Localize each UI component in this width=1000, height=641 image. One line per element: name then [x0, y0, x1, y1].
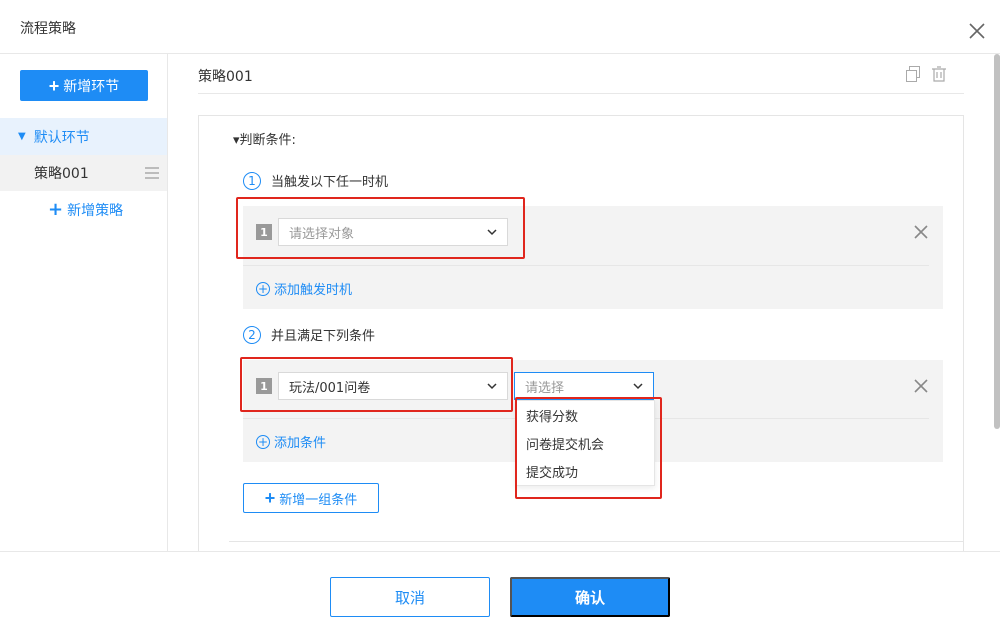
step-condition: 2 并且满足下列条件 [243, 325, 375, 344]
dialog-header: 流程策略 [0, 0, 1000, 54]
sidebar-item-strategy[interactable]: 策略001 [0, 155, 167, 191]
group-divider [243, 265, 929, 266]
condition-options-menu: 获得分数 问卷提交机会 提交成功 [515, 400, 655, 486]
add-trigger-label: 添加触发时机 [274, 283, 353, 298]
copy-icon[interactable] [906, 66, 920, 82]
plus-circle-icon: + [256, 434, 270, 449]
add-condition-link[interactable]: + 添加条件 [256, 432, 326, 451]
dialog-title: 流程策略 [20, 21, 76, 37]
select-placeholder: 请选择对象 [289, 226, 355, 242]
strategy-dialog: 流程策略 + 新增环节 ▼ 默认环节 策略001 + 新增策略 策略001 ▾判… [0, 0, 1000, 641]
plus-icon: + [264, 488, 276, 508]
trash-icon[interactable] [932, 66, 946, 82]
row-number-badge: 1 [256, 224, 272, 240]
add-strategy-label: 新增策略 [67, 203, 124, 219]
step-number: 1 [243, 171, 261, 190]
plus-circle-icon: + [256, 281, 270, 296]
close-icon[interactable] [968, 22, 986, 40]
strategy-title: 策略001 [198, 69, 253, 85]
add-group-label: 新增一组条件 [279, 491, 358, 507]
drag-handle-icon[interactable] [145, 167, 159, 179]
chevron-down-icon [487, 229, 497, 236]
plus-icon: + [48, 75, 60, 96]
main-panel: 策略001 ▾判断条件: 1 当触发以下任一时机 1 请选择对象 + 添加触发时… [168, 54, 1000, 551]
scrollbar[interactable] [994, 54, 1000, 429]
remove-icon[interactable] [913, 378, 929, 394]
add-trigger-link[interactable]: + 添加触发时机 [256, 279, 352, 298]
dialog-footer: 取消 确认 [0, 551, 1000, 641]
row-number-badge: 1 [256, 378, 272, 394]
condition-card: ▾判断条件: 1 当触发以下任一时机 1 请选择对象 + 添加触发时机 2 并且… [198, 115, 964, 551]
add-condition-group-button[interactable]: + 新增一组条件 [243, 483, 379, 513]
strategy-toolbar [906, 66, 946, 82]
confirm-button[interactable]: 确认 [510, 577, 670, 617]
default-node-label: 默认环节 [33, 129, 90, 146]
judge-conditions-label: ▾判断条件: [233, 133, 296, 148]
chevron-down-icon [487, 383, 497, 390]
step-trigger: 1 当触发以下任一时机 [243, 171, 388, 190]
menu-option[interactable]: 获得分数 [516, 401, 654, 429]
select-condition-dropdown[interactable]: 请选择 [514, 372, 654, 400]
divider [229, 541, 963, 542]
menu-option[interactable]: 问卷提交机会 [516, 429, 654, 457]
sidebar-item-default-node[interactable]: ▼ 默认环节 [0, 118, 167, 155]
cancel-button[interactable]: 取消 [330, 577, 490, 617]
strategy-item-label: 策略001 [34, 166, 89, 182]
trigger-group: 1 请选择对象 + 添加触发时机 [243, 206, 943, 309]
add-strategy-link[interactable]: + 新增策略 [48, 200, 123, 220]
sidebar: + 新增环节 ▼ 默认环节 策略001 + 新增策略 [0, 54, 168, 551]
add-condition-label: 添加条件 [274, 436, 327, 451]
step-number: 2 [243, 325, 261, 344]
select-placeholder: 请选择 [525, 380, 565, 396]
select-gameplay-dropdown[interactable]: 玩法/001问卷 [278, 372, 508, 400]
plus-icon: + [48, 199, 64, 220]
chevron-down-icon [633, 383, 643, 390]
select-object-dropdown[interactable]: 请选择对象 [278, 218, 508, 246]
select-value: 玩法/001问卷 [289, 380, 371, 396]
triangle-down-icon: ▼ [18, 131, 26, 142]
menu-option[interactable]: 提交成功 [516, 457, 654, 485]
remove-icon[interactable] [913, 224, 929, 240]
step-label: 并且满足下列条件 [271, 329, 376, 344]
add-node-button[interactable]: + 新增环节 [20, 70, 148, 101]
step-label: 当触发以下任一时机 [271, 175, 389, 190]
divider [198, 93, 964, 94]
add-node-label: 新增环节 [63, 77, 120, 94]
